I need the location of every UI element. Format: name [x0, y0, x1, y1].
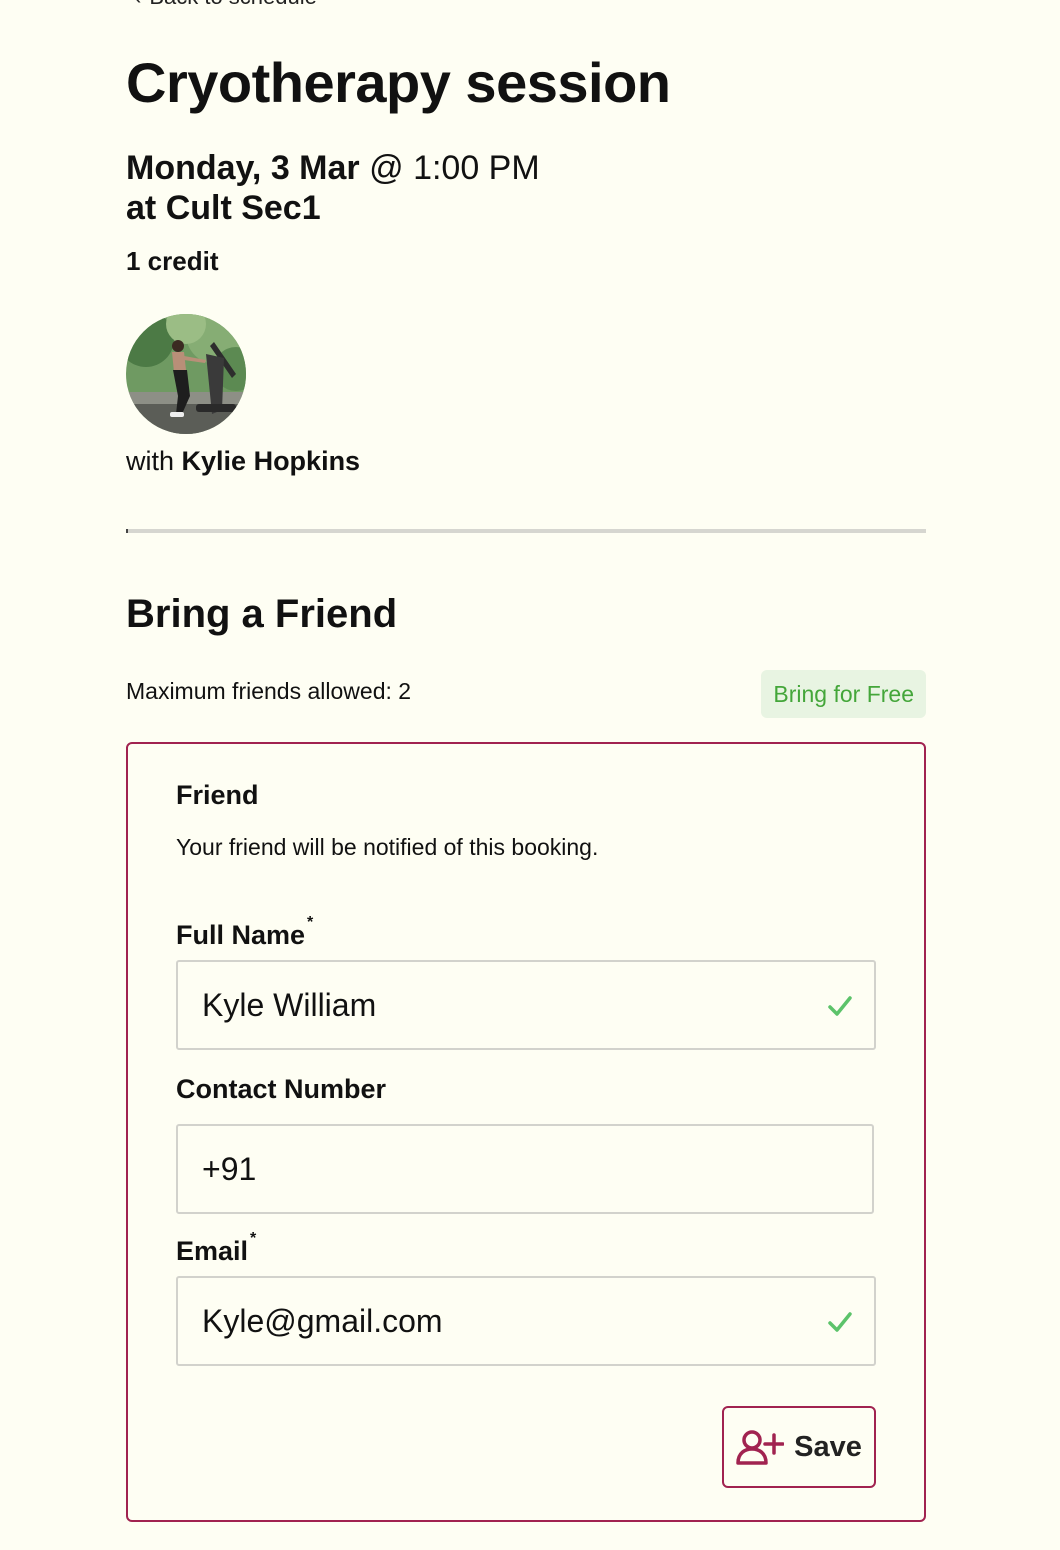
- bring-friend-heading: Bring a Friend: [126, 592, 398, 636]
- location-prefix: at: [126, 189, 166, 227]
- contact-number-field: [176, 1124, 874, 1214]
- instructor-line: with Kylie Hopkins: [126, 446, 360, 477]
- bring-for-free-badge: Bring for Free: [761, 670, 926, 718]
- email-field: [176, 1276, 876, 1366]
- required-marker: *: [250, 1230, 257, 1247]
- max-friends-text: Maximum friends allowed: 2: [126, 678, 412, 704]
- session-time: 1:00 PM: [413, 149, 540, 187]
- location-name: Cult Sec1: [165, 189, 321, 227]
- instructor-photo: [126, 314, 246, 434]
- full-name-input[interactable]: [202, 962, 802, 1048]
- full-name-field: [176, 960, 876, 1050]
- friend-form-card: Friend Your friend will be notified of t…: [126, 742, 926, 1522]
- section-divider: [126, 529, 926, 533]
- full-name-label: Full Name *: [176, 914, 313, 951]
- session-location: at Cult Sec1: [126, 188, 321, 228]
- friend-notification-note: Your friend will be notified of this boo…: [176, 834, 599, 860]
- save-friend-button[interactable]: Save: [722, 1406, 876, 1488]
- contact-number-label: Contact Number: [176, 1074, 387, 1104]
- required-marker: *: [307, 914, 314, 931]
- email-label-text: Email: [176, 1236, 249, 1266]
- friend-card-heading: Friend: [176, 780, 259, 810]
- full-name-label-text: Full Name: [176, 920, 306, 950]
- instructor-avatar: [126, 314, 246, 434]
- email-input[interactable]: [202, 1278, 802, 1364]
- check-icon: [828, 1312, 852, 1332]
- instructor-name: Kylie Hopkins: [181, 446, 361, 476]
- time-separator: @: [359, 149, 414, 187]
- session-date: Monday, 3 Mar: [126, 149, 360, 187]
- back-to-schedule-link[interactable]: ‹ Back to schedule: [134, 0, 317, 10]
- add-user-icon: [736, 1430, 785, 1465]
- page-title: Cryotherapy session: [126, 51, 671, 114]
- instructor-prefix: with: [126, 446, 182, 476]
- check-icon: [828, 996, 852, 1016]
- chevron-left-icon: ‹: [134, 0, 141, 9]
- save-button-label: Save: [794, 1430, 862, 1463]
- credit-cost: 1 credit: [126, 246, 219, 276]
- contact-number-input[interactable]: [202, 1126, 802, 1212]
- email-label: Email *: [176, 1230, 256, 1267]
- back-link-label: Back to schedule: [149, 0, 317, 9]
- session-datetime: Monday, 3 Mar @ 1:00 PM: [126, 148, 540, 188]
